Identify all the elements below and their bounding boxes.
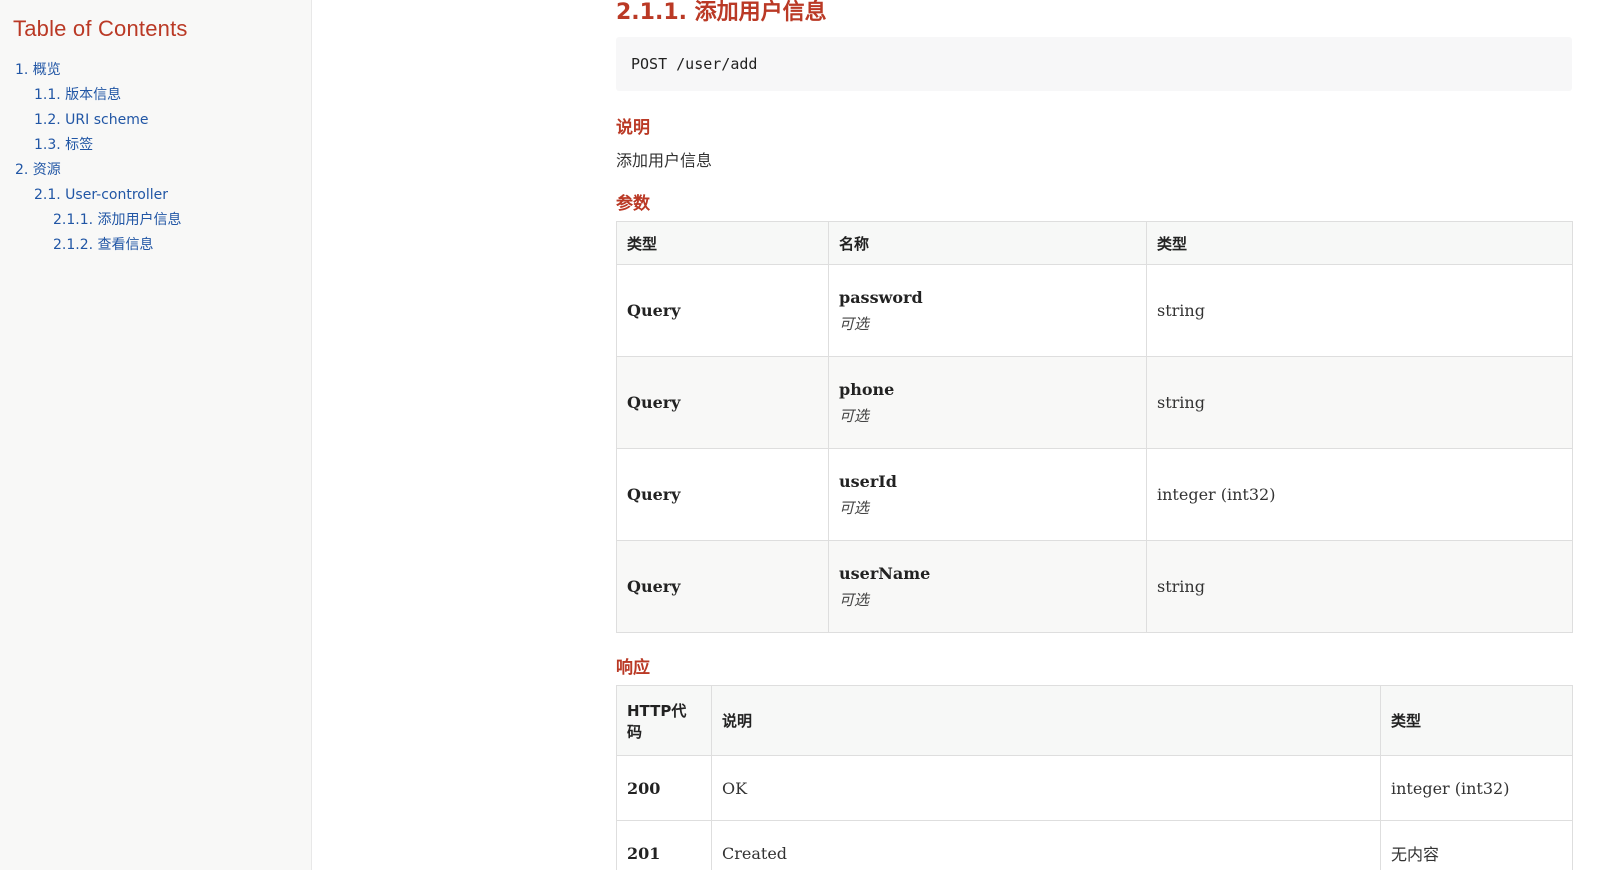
sidebar-toc: Table of Contents 1. 概览 1.1. 版本信息 1.2. U…	[0, 0, 312, 870]
params-header-type: 类型	[616, 221, 829, 265]
toc-item-overview[interactable]: 1. 概览	[13, 58, 311, 83]
description-text: 添加用户信息	[616, 151, 713, 170]
param-name-cell: password 可选	[828, 264, 1147, 357]
response-description: Created	[711, 820, 1381, 870]
response-schema: 无内容	[1380, 820, 1573, 870]
table-row: 200 OK integer (int32)	[616, 755, 1573, 821]
page: Table of Contents 1. 概览 1.1. 版本信息 1.2. U…	[0, 0, 1620, 870]
responses-header-code: HTTP代码	[616, 685, 712, 756]
param-name-cell: userId 可选	[828, 448, 1147, 541]
param-name-cell: phone 可选	[828, 356, 1147, 449]
param-type: Query	[616, 540, 829, 633]
responses-header-description: 说明	[711, 685, 1381, 756]
param-type: Query	[616, 264, 829, 357]
params-header-schema: 类型	[1146, 221, 1573, 265]
params-heading: 参数	[616, 194, 650, 214]
response-code: 201	[616, 820, 712, 870]
endpoint-text: POST /user/add	[631, 55, 758, 73]
description-heading: 说明	[616, 118, 650, 138]
toc-list: 1. 概览 1.1. 版本信息 1.2. URI scheme 1.3. 标签 …	[13, 58, 311, 258]
table-row: Query password 可选 string	[616, 264, 1573, 357]
param-name: userId	[839, 471, 897, 491]
responses-header-schema: 类型	[1380, 685, 1573, 756]
param-type: Query	[616, 448, 829, 541]
param-type: Query	[616, 356, 829, 449]
response-description: OK	[711, 755, 1381, 821]
table-row: Query phone 可选 string	[616, 356, 1573, 449]
param-name-cell: userName 可选	[828, 540, 1147, 633]
toc-item-view-info[interactable]: 2.1.2. 查看信息	[13, 233, 311, 258]
param-name: userName	[839, 563, 931, 583]
section-title: 2.1.1. 添加用户信息	[616, 0, 827, 25]
param-schema: string	[1146, 540, 1573, 633]
response-code: 200	[616, 755, 712, 821]
toc-title: Table of Contents	[13, 16, 188, 41]
responses-heading: 响应	[616, 658, 650, 678]
param-optional: 可选	[839, 590, 870, 609]
main-content: 2.1.1. 添加用户信息 POST /user/add 说明 添加用户信息 参…	[616, 0, 1573, 870]
param-name: password	[839, 287, 923, 307]
param-schema: integer (int32)	[1146, 448, 1573, 541]
toc-item-uri-scheme[interactable]: 1.2. URI scheme	[13, 108, 311, 133]
param-optional: 可选	[839, 498, 870, 517]
param-optional: 可选	[839, 314, 870, 333]
endpoint-code-block: POST /user/add	[616, 37, 1572, 91]
toc-item-user-controller[interactable]: 2.1. User-controller	[13, 183, 311, 208]
params-header-name: 名称	[828, 221, 1147, 265]
toc-item-add-user[interactable]: 2.1.1. 添加用户信息	[13, 208, 311, 233]
param-schema: string	[1146, 264, 1573, 357]
table-row: Query userName 可选 string	[616, 540, 1573, 633]
params-table: 类型 名称 类型 Query password 可选 string Query	[616, 221, 1573, 633]
table-row: Query userId 可选 integer (int32)	[616, 448, 1573, 541]
param-schema: string	[1146, 356, 1573, 449]
response-schema: integer (int32)	[1380, 755, 1573, 821]
responses-table: HTTP代码 说明 类型 200 OK integer (int32) 201 …	[616, 685, 1573, 870]
param-optional: 可选	[839, 406, 870, 425]
params-header-row: 类型 名称 类型	[616, 221, 1573, 265]
table-row: 201 Created 无内容	[616, 820, 1573, 870]
toc-item-resources[interactable]: 2. 资源	[13, 158, 311, 183]
toc-item-version-info[interactable]: 1.1. 版本信息	[13, 83, 311, 108]
toc-item-tags[interactable]: 1.3. 标签	[13, 133, 311, 158]
responses-header-row: HTTP代码 说明 类型	[616, 685, 1573, 756]
param-name: phone	[839, 379, 895, 399]
